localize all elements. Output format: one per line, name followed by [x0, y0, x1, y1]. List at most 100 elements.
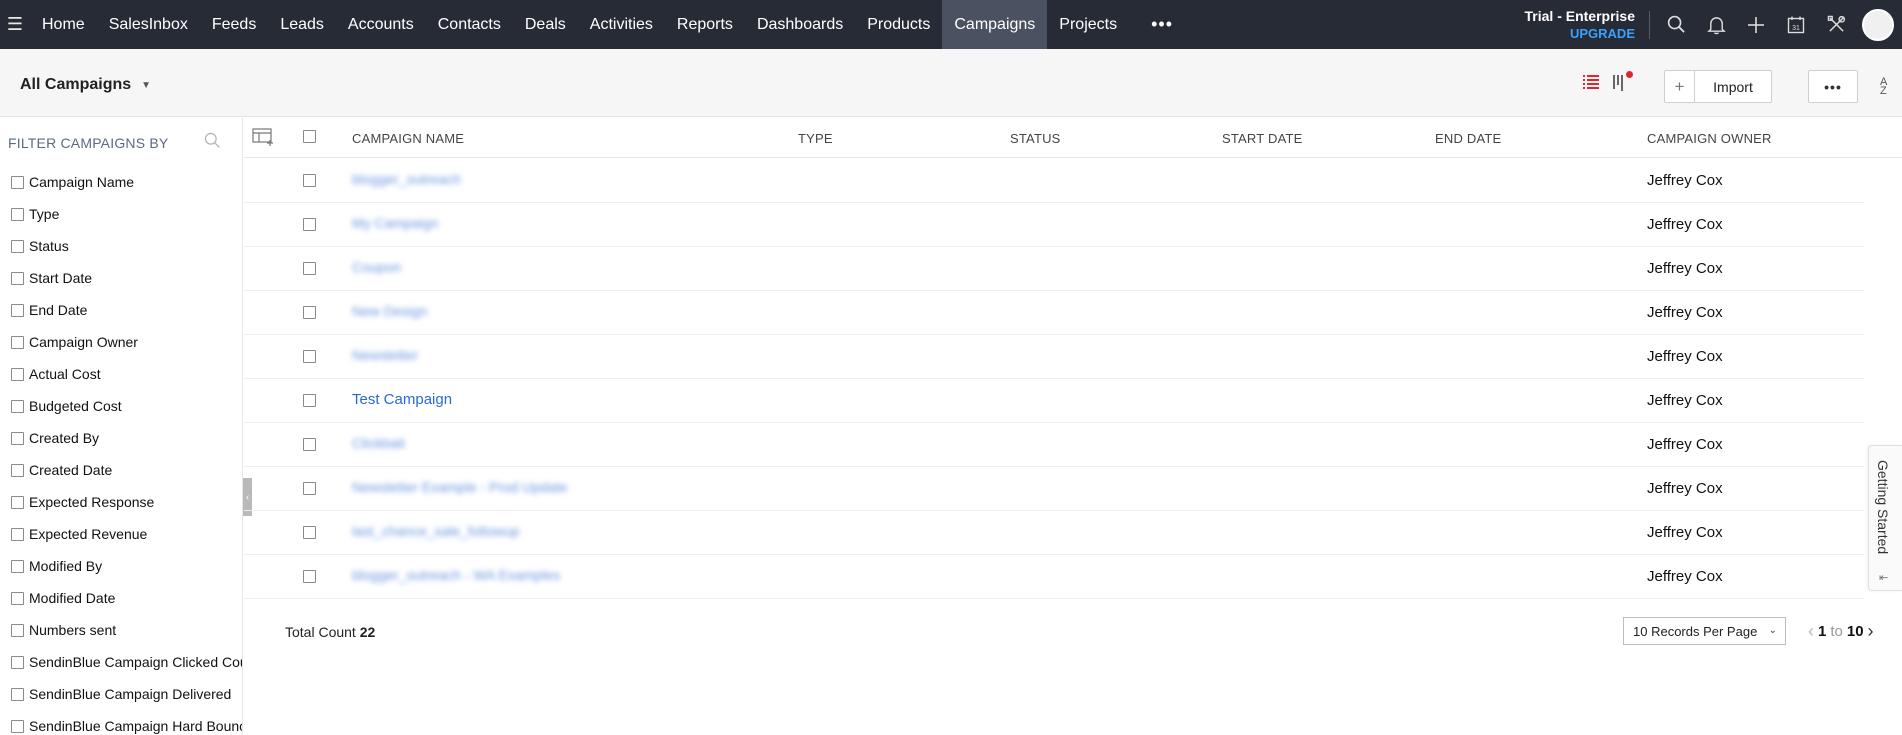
filter-checkbox[interactable] [11, 399, 24, 413]
hamburger-icon[interactable]: ☰ [0, 0, 30, 49]
campaign-name-link[interactable]: Clickbait [352, 435, 405, 451]
row-checkbox[interactable] [303, 306, 316, 319]
filter-checkbox[interactable] [11, 463, 24, 477]
filter-checkbox[interactable] [11, 559, 24, 573]
nav-item-reports[interactable]: Reports [665, 0, 745, 49]
column-header-end-date[interactable]: END DATE [1435, 131, 1501, 146]
row-checkbox[interactable] [303, 482, 316, 495]
filter-item-modified-by[interactable]: Modified By [0, 550, 242, 582]
sort-az-icon[interactable]: A Z [1880, 77, 1887, 97]
filter-checkbox[interactable] [11, 527, 24, 541]
column-header-start-date[interactable]: START DATE [1222, 131, 1303, 146]
filter-checkbox[interactable] [11, 719, 24, 733]
upgrade-link[interactable]: UPGRADE [1525, 25, 1635, 42]
filter-item-expected-revenue[interactable]: Expected Revenue [0, 518, 242, 550]
filter-checkbox[interactable] [11, 207, 24, 221]
nav-item-projects[interactable]: Projects [1047, 0, 1129, 49]
filter-item-type[interactable]: Type [0, 198, 242, 230]
nav-item-salesinbox[interactable]: SalesInbox [97, 0, 200, 49]
plus-icon[interactable] [1736, 0, 1776, 49]
filter-checkbox[interactable] [11, 431, 24, 445]
getting-started-tab[interactable]: Getting Started ⇤ [1868, 445, 1902, 591]
filter-item-sendinblue-campaign-delivered[interactable]: SendinBlue Campaign Delivered [0, 678, 242, 710]
campaign-name-link[interactable]: Test Campaign [352, 391, 452, 408]
filter-checkbox[interactable] [11, 623, 24, 637]
row-checkbox[interactable] [303, 350, 316, 363]
table-row[interactable]: Clickbait Jeffrey Cox [244, 423, 1864, 467]
row-checkbox[interactable] [303, 526, 316, 539]
table-row[interactable]: last_chance_sale_followup Jeffrey Cox [244, 511, 1864, 555]
table-row[interactable]: Test Campaign Jeffrey Cox [244, 379, 1864, 423]
filter-item-sendinblue-campaign-clicked-count[interactable]: SendinBlue Campaign Clicked Count [0, 646, 242, 678]
filter-checkbox[interactable] [11, 335, 24, 349]
row-checkbox[interactable] [303, 394, 316, 407]
nav-item-campaigns[interactable]: Campaigns [942, 0, 1048, 49]
campaign-name-link[interactable]: blogger_outreach [352, 171, 461, 187]
previous-page-icon[interactable]: ‹ [1808, 621, 1814, 642]
search-icon[interactable] [204, 132, 221, 152]
row-checkbox[interactable] [303, 570, 316, 583]
filter-item-actual-cost[interactable]: Actual Cost [0, 358, 242, 390]
nav-more-button[interactable]: ••• [1129, 0, 1195, 49]
filter-checkbox[interactable] [11, 175, 24, 189]
filter-item-created-date[interactable]: Created Date [0, 454, 242, 486]
filter-item-start-date[interactable]: Start Date [0, 262, 242, 294]
filter-item-status[interactable]: Status [0, 230, 242, 262]
row-checkbox[interactable] [303, 438, 316, 451]
nav-item-activities[interactable]: Activities [578, 0, 665, 49]
filter-item-modified-date[interactable]: Modified Date [0, 582, 242, 614]
more-actions-button[interactable]: ••• [1808, 70, 1858, 103]
table-row[interactable]: Newsletter Jeffrey Cox [244, 335, 1864, 379]
filter-item-campaign-owner[interactable]: Campaign Owner [0, 326, 242, 358]
calendar-icon[interactable]: 31 [1776, 0, 1816, 49]
search-icon[interactable] [1656, 0, 1696, 49]
filter-checkbox[interactable] [11, 687, 24, 701]
nav-item-deals[interactable]: Deals [513, 0, 578, 49]
nav-item-dashboards[interactable]: Dashboards [745, 0, 855, 49]
next-page-icon[interactable]: › [1868, 621, 1874, 642]
filter-checkbox[interactable] [11, 271, 24, 285]
table-row[interactable]: blogger_outreach - WA Examples Jeffrey Co… [244, 555, 1864, 599]
column-header-type[interactable]: TYPE [798, 131, 833, 146]
filter-checkbox[interactable] [11, 367, 24, 381]
row-checkbox[interactable] [303, 174, 316, 187]
table-row[interactable]: Newsletter Example - Prod Update Jeffrey … [244, 467, 1864, 511]
bell-icon[interactable] [1696, 0, 1736, 49]
filter-item-sendinblue-campaign-hard-bounce[interactable]: SendinBlue Campaign Hard Bounce [0, 710, 242, 735]
column-header-status[interactable]: STATUS [1010, 131, 1061, 146]
filter-checkbox[interactable] [11, 495, 24, 509]
row-checkbox[interactable] [303, 218, 316, 231]
tools-icon[interactable] [1816, 0, 1856, 49]
campaign-name-link[interactable]: Coupon [352, 259, 401, 275]
filter-checkbox[interactable] [11, 591, 24, 605]
import-button[interactable]: + Import [1664, 70, 1772, 103]
filter-checkbox[interactable] [11, 655, 24, 669]
list-view-icon[interactable] [1583, 75, 1599, 92]
campaign-name-link[interactable]: Newsletter [352, 347, 418, 363]
filter-item-end-date[interactable]: End Date [0, 294, 242, 326]
nav-item-accounts[interactable]: Accounts [336, 0, 426, 49]
column-header-campaign-name[interactable]: CAMPAIGN NAME [352, 131, 464, 146]
nav-item-home[interactable]: Home [30, 0, 97, 49]
row-checkbox[interactable] [303, 262, 316, 275]
table-row[interactable]: blogger_outreach Jeffrey Cox [244, 159, 1864, 203]
filter-item-campaign-name[interactable]: Campaign Name [0, 166, 242, 198]
campaign-name-link[interactable]: New Design [352, 303, 427, 319]
table-row[interactable]: Coupon Jeffrey Cox [244, 247, 1864, 291]
select-all-checkbox[interactable] [303, 130, 316, 143]
campaign-name-link[interactable]: blogger_outreach - WA Examples [352, 567, 560, 583]
column-header-campaign-owner[interactable]: CAMPAIGN OWNER [1647, 131, 1772, 146]
nav-item-leads[interactable]: Leads [268, 0, 336, 49]
filter-item-budgeted-cost[interactable]: Budgeted Cost [0, 390, 242, 422]
filter-checkbox[interactable] [11, 303, 24, 317]
campaign-name-link[interactable]: My Campaign [352, 215, 438, 231]
filter-checkbox[interactable] [11, 239, 24, 253]
filter-item-numbers-sent[interactable]: Numbers sent [0, 614, 242, 646]
campaign-name-link[interactable]: Newsletter Example - Prod Update [352, 479, 568, 495]
table-row[interactable]: New Design Jeffrey Cox [244, 291, 1864, 335]
records-per-page-select[interactable]: 10 Records Per Page ⌄ [1623, 617, 1786, 645]
nav-item-contacts[interactable]: Contacts [426, 0, 513, 49]
filter-item-created-by[interactable]: Created By [0, 422, 242, 454]
kanban-view-icon[interactable] [1613, 73, 1627, 94]
filter-item-expected-response[interactable]: Expected Response [0, 486, 242, 518]
